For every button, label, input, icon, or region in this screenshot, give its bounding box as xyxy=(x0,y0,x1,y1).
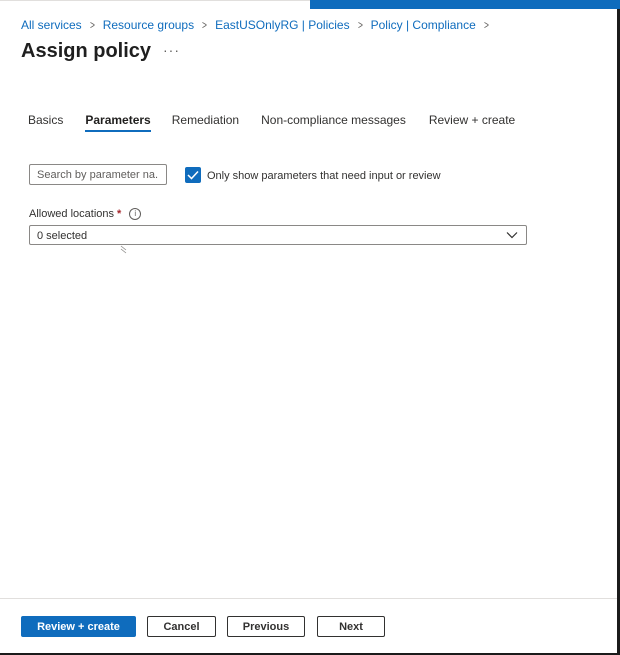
tab-basics[interactable]: Basics xyxy=(28,113,63,132)
tab-review-create[interactable]: Review + create xyxy=(429,113,515,132)
previous-button[interactable]: Previous xyxy=(227,616,305,637)
breadcrumb-separator: > xyxy=(357,18,363,32)
allowed-locations-value: 0 selected xyxy=(37,230,88,242)
tab-non-compliance-messages[interactable]: Non-compliance messages xyxy=(261,113,406,132)
breadcrumb-separator: > xyxy=(483,18,489,32)
review-create-button[interactable]: Review + create xyxy=(21,616,136,637)
page-title: Assign policy xyxy=(21,40,152,62)
info-icon[interactable]: i xyxy=(129,208,142,220)
tab-list: Basics Parameters Remediation Non-compli… xyxy=(28,113,515,132)
search-parameter-input[interactable] xyxy=(29,164,167,185)
only-show-parameters-checkbox[interactable] xyxy=(185,167,201,183)
next-button[interactable]: Next xyxy=(317,616,385,637)
required-marker: * xyxy=(117,208,122,220)
allowed-locations-dropdown[interactable]: 0 selected xyxy=(29,225,527,245)
allowed-locations-label: Allowed locations * i xyxy=(29,208,142,220)
breadcrumb-all-services[interactable]: All services xyxy=(21,18,82,32)
breadcrumb-separator: > xyxy=(202,18,208,32)
footer-divider xyxy=(0,598,617,599)
checkmark-icon xyxy=(187,170,199,180)
top-bar-divider xyxy=(0,0,310,1)
breadcrumb: All services > Resource groups > EastUSO… xyxy=(21,18,497,32)
allowed-locations-label-text: Allowed locations xyxy=(29,208,114,220)
chevron-down-icon xyxy=(506,232,518,239)
more-options-button[interactable]: ··· xyxy=(163,42,180,58)
top-bar xyxy=(0,0,620,9)
mouse-cursor-icon xyxy=(120,245,127,254)
cancel-button[interactable]: Cancel xyxy=(147,616,216,637)
tab-remediation[interactable]: Remediation xyxy=(172,113,239,132)
only-show-parameters-label: Only show parameters that need input or … xyxy=(207,170,441,182)
breadcrumb-policy-compliance[interactable]: Policy | Compliance xyxy=(371,18,476,32)
top-bar-accent xyxy=(310,0,620,9)
window-frame xyxy=(0,0,620,655)
tab-parameters[interactable]: Parameters xyxy=(85,113,152,132)
breadcrumb-separator: > xyxy=(89,18,95,32)
breadcrumb-resource-groups[interactable]: Resource groups xyxy=(103,18,194,32)
breadcrumb-eastusonlyrg-policies[interactable]: EastUSOnlyRG | Policies xyxy=(215,18,350,32)
